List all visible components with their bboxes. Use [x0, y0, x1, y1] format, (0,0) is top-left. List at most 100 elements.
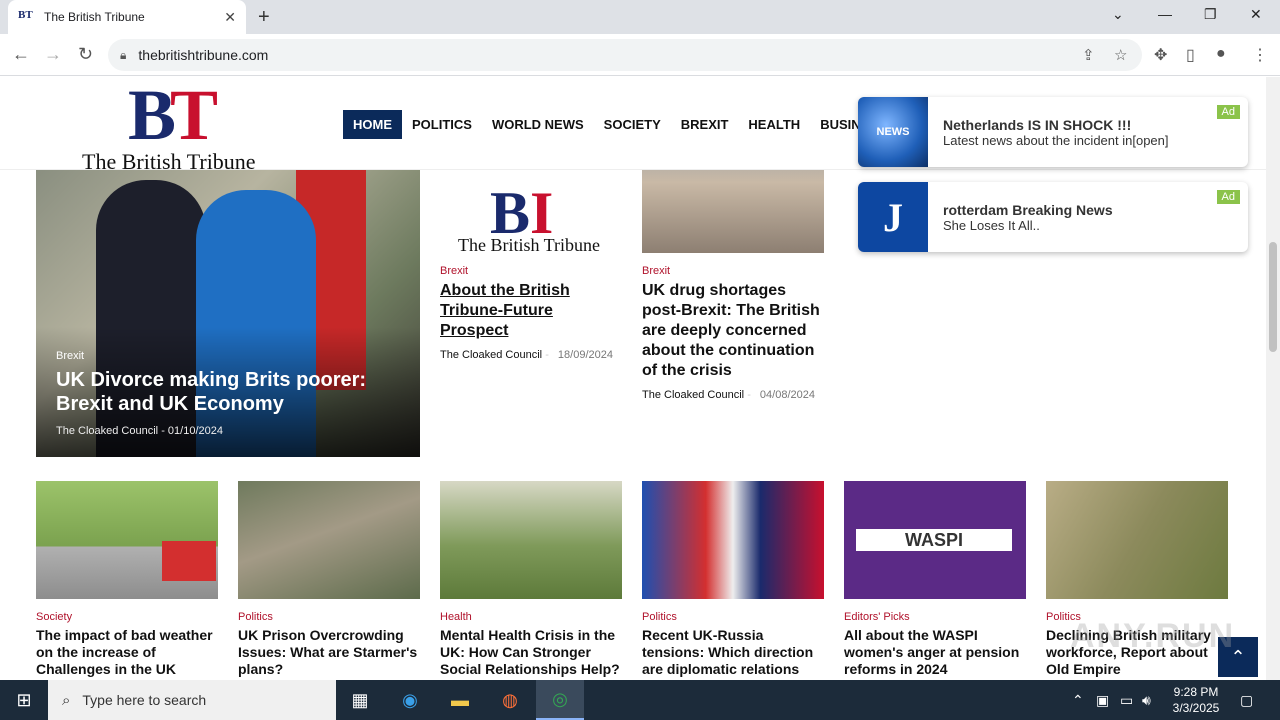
close-tab-icon[interactable]: ✕	[224, 9, 236, 26]
side-panel-icon[interactable]: ▯	[1186, 45, 1195, 65]
hero-title[interactable]: UK Divorce making Brits poorer: Brexit a…	[56, 368, 406, 416]
article-meta: The Cloaked Council - 04/08/2024	[642, 389, 815, 401]
reload-icon[interactable]: ↻	[78, 44, 93, 65]
file-explorer-icon[interactable]: ▬	[436, 680, 484, 720]
new-tab-button[interactable]: +	[258, 6, 270, 29]
hero-date: 01/10/2024	[167, 425, 223, 437]
task-view-icon[interactable]: ▦	[336, 680, 384, 720]
article-thumbnail[interactable]	[238, 481, 420, 599]
article-thumbnail[interactable]: WASPI	[844, 481, 1026, 599]
article-thumbnail[interactable]	[1046, 481, 1228, 599]
article-author[interactable]: The Cloaked Council	[642, 389, 744, 401]
browser-toolbar: ← → ↻ 🔒︎ thebritishtribune.com ⇪ ☆ ✥ ▯ ●…	[0, 34, 1280, 76]
windows-start-icon[interactable]: ⊞	[0, 680, 48, 720]
tray-device-icon[interactable]: ▣	[1096, 692, 1109, 709]
article-card[interactable]: Politics UK Prison Overcrowding Issues: …	[238, 481, 420, 678]
tab-title: The British Tribune	[44, 10, 145, 24]
forward-icon[interactable]: →	[44, 44, 62, 65]
nav-item-brexit[interactable]: BREXIT	[671, 110, 739, 139]
page-viewport: Brexit UK Divorce making Brits poorer: B…	[0, 77, 1266, 680]
watermark: ANY.RUN	[1070, 617, 1236, 655]
firefox-icon[interactable]: ◍	[486, 680, 534, 720]
notifications-icon[interactable]: ▢	[1240, 692, 1253, 709]
extensions-icon[interactable]: ✥	[1154, 45, 1167, 65]
tab-search-icon[interactable]: ⌄	[1112, 6, 1124, 23]
restore-button[interactable]: ❐	[1204, 6, 1217, 23]
ad-notification[interactable]: NEWS Netherlands IS IN SHOCK !!! Latest …	[858, 97, 1248, 167]
article-card[interactable]: WASPI Editors' Picks All about the WASPI…	[844, 481, 1026, 678]
taskbar-search[interactable]: ⌕ Type here to search	[48, 680, 336, 720]
browser-tab[interactable]: BT The British Tribune ✕	[8, 0, 246, 34]
bookmark-star-icon[interactable]: ☆	[1114, 46, 1127, 64]
article-thumbnail[interactable]	[36, 481, 218, 599]
taskbar-clock[interactable]: 9:28 PM 3/3/2025	[1168, 684, 1224, 716]
tray-chevron-icon[interactable]: ⌃	[1072, 692, 1084, 709]
news-globe-icon: NEWS	[858, 97, 928, 167]
article-author[interactable]: The Cloaked Council	[440, 349, 542, 361]
volume-icon[interactable]: 🔊︎	[1142, 692, 1151, 709]
logo-mark: BT	[128, 77, 218, 155]
clock-time: 9:28 PM	[1173, 685, 1219, 699]
article-category[interactable]: Brexit	[440, 265, 622, 277]
ad-badge: Ad	[1216, 190, 1240, 204]
ad-badge: Ad	[1216, 105, 1240, 119]
thumbnail-logo-text: The British Tribune	[458, 235, 601, 253]
article-card[interactable]: Brexit UK drug shortages post-Brexit: Th…	[642, 135, 824, 401]
site-logo[interactable]: BT The British Tribune	[80, 77, 290, 174]
article-category[interactable]: Society	[36, 611, 218, 623]
nav-item-society[interactable]: SOCIETY	[594, 110, 671, 139]
taskbar-search-placeholder: Type here to search	[82, 692, 207, 708]
chrome-icon[interactable]: ◎	[536, 680, 584, 720]
url-text: thebritishtribune.com	[138, 47, 269, 63]
article-title[interactable]: About the British Tribune-Future Prospec…	[440, 281, 622, 341]
main-nav: HOME POLITICS WORLD NEWS SOCIETY BREXIT …	[343, 110, 897, 139]
article-title[interactable]: UK drug shortages post-Brexit: The Briti…	[642, 281, 824, 381]
nav-item-world-news[interactable]: WORLD NEWS	[482, 110, 594, 139]
article-date: 04/08/2024	[759, 389, 815, 401]
site-favicon-icon: BT	[18, 9, 33, 21]
network-icon[interactable]: ▭	[1120, 692, 1133, 709]
menu-kebab-icon[interactable]: ⋮	[1252, 45, 1268, 65]
article-category[interactable]: Health	[440, 611, 622, 623]
article-card[interactable]: Politics Recent UK-Russia tensions: Whic…	[642, 481, 824, 678]
article-category[interactable]: Politics	[642, 611, 824, 623]
article-category[interactable]: Brexit	[642, 265, 824, 277]
hero-meta: The Cloaked Council - 01/10/2024	[56, 425, 223, 437]
hero-article[interactable]: Brexit UK Divorce making Brits poorer: B…	[36, 170, 420, 457]
article-thumbnail[interactable]	[642, 481, 824, 599]
ad-title[interactable]: rotterdam Breaking News	[943, 202, 1113, 218]
search-icon: ⌕	[62, 691, 71, 709]
hero-author[interactable]: The Cloaked Council	[56, 425, 158, 437]
minimize-button[interactable]: —	[1158, 6, 1172, 22]
article-title[interactable]: The impact of bad weather on the increas…	[36, 627, 218, 678]
article-title[interactable]: Mental Health Crisis in the UK: How Can …	[440, 627, 622, 678]
ad-notification[interactable]: J rotterdam Breaking News She Loses It A…	[858, 182, 1248, 252]
nav-item-home[interactable]: HOME	[343, 110, 402, 139]
window-close-button[interactable]: ✕	[1250, 6, 1262, 23]
j-logo-icon: J	[858, 182, 928, 252]
ad-subtitle[interactable]: She Loses It All..	[943, 218, 1040, 233]
article-title[interactable]: UK Prison Overcrowding Issues: What are …	[238, 627, 420, 678]
nav-item-health[interactable]: HEALTH	[738, 110, 810, 139]
article-category[interactable]: Editors' Picks	[844, 611, 1026, 623]
article-card[interactable]: Society The impact of bad weather on the…	[36, 481, 218, 678]
article-category[interactable]: Politics	[238, 611, 420, 623]
hero-category[interactable]: Brexit	[56, 350, 84, 362]
page-scrollbar[interactable]	[1266, 77, 1280, 680]
address-bar[interactable]: 🔒︎ thebritishtribune.com	[108, 39, 1142, 71]
article-thumbnail[interactable]	[440, 481, 622, 599]
nav-item-politics[interactable]: POLITICS	[402, 110, 482, 139]
article-card[interactable]: Health Mental Health Crisis in the UK: H…	[440, 481, 622, 678]
article-meta: The Cloaked Council - 18/09/2024	[440, 349, 613, 361]
edge-icon[interactable]: ◉	[386, 680, 434, 720]
ad-title[interactable]: Netherlands IS IN SHOCK !!!	[943, 117, 1131, 133]
waspi-banner: WASPI	[856, 529, 1012, 551]
scrollbar-thumb[interactable]	[1269, 242, 1277, 352]
article-title[interactable]: All about the WASPI women's anger at pen…	[844, 627, 1026, 678]
share-icon[interactable]: ⇪	[1082, 46, 1095, 64]
profile-avatar-icon[interactable]: ●	[1216, 45, 1226, 63]
back-icon[interactable]: ←	[12, 44, 30, 65]
clock-date: 3/3/2025	[1172, 701, 1220, 715]
ad-subtitle[interactable]: Latest news about the incident in[open]	[943, 133, 1169, 148]
article-title[interactable]: Recent UK-Russia tensions: Which directi…	[642, 627, 824, 678]
